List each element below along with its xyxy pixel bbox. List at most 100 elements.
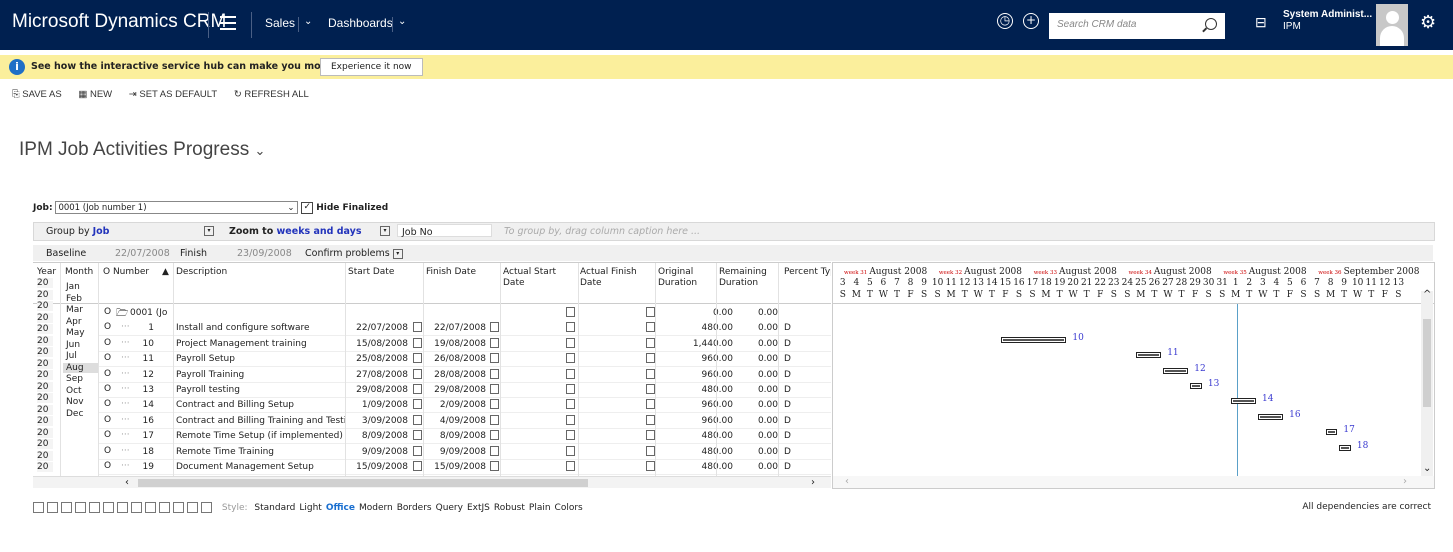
row-start-date[interactable]: 27/08/2008 bbox=[348, 370, 408, 380]
set-as-default-button[interactable]: ⇥ SET AS DEFAULT bbox=[129, 89, 217, 100]
row-finish-date[interactable]: 9/09/2008 bbox=[426, 447, 486, 457]
calendar-icon[interactable] bbox=[566, 445, 575, 456]
collapse-icon[interactable] bbox=[131, 502, 142, 513]
save-as-button[interactable]: ⎘ SAVE AS bbox=[12, 89, 62, 100]
calendar-icon[interactable] bbox=[413, 322, 422, 333]
calendar-icon[interactable] bbox=[566, 399, 575, 410]
row-start-date[interactable]: 22/07/2008 bbox=[348, 323, 408, 333]
print-icon[interactable] bbox=[75, 502, 86, 513]
row-finish-date[interactable]: 19/08/2008 bbox=[426, 339, 486, 349]
grid-horizontal-scrollbar[interactable]: ‹ › bbox=[33, 476, 831, 488]
job-no-group-chip[interactable]: Job No bbox=[397, 224, 492, 238]
chevron-down-icon[interactable]: ⌄ bbox=[254, 143, 265, 158]
style-option-extjs[interactable]: ExtJS bbox=[467, 503, 490, 513]
confirm-problems-control[interactable]: Confirm problems ▾ bbox=[305, 248, 403, 259]
calendar-icon[interactable] bbox=[490, 399, 499, 410]
table-row[interactable]: O ··· 11 Payroll Setup 25/08/2008 26/08/2008 9… bbox=[98, 351, 831, 368]
scroll-right-icon[interactable]: › bbox=[1403, 476, 1407, 487]
year-cell[interactable]: 20 bbox=[37, 289, 53, 300]
month-cell[interactable]: Jul bbox=[63, 351, 98, 361]
calendar-icon[interactable] bbox=[413, 414, 422, 425]
calendar-icon[interactable] bbox=[566, 430, 575, 441]
table-row[interactable]: O ··· 14 Contract and Billing Setup 1/09/200… bbox=[98, 397, 831, 414]
copy-icon[interactable] bbox=[103, 502, 114, 513]
year-cell[interactable]: 20 bbox=[37, 427, 53, 438]
user-info[interactable]: System Administ... IPM bbox=[1283, 9, 1372, 33]
calendar-icon[interactable] bbox=[490, 414, 499, 425]
chevron-down-icon[interactable]: ⌄ bbox=[398, 16, 406, 27]
col-percent-type[interactable]: Percent Typ bbox=[784, 267, 831, 278]
year-cell[interactable]: 20 bbox=[37, 416, 53, 426]
chevron-down-icon[interactable]: ⌄ bbox=[287, 202, 294, 215]
year-cell[interactable]: 20 bbox=[37, 324, 53, 334]
calendar-icon[interactable] bbox=[413, 368, 422, 379]
row-start-date[interactable]: 15/09/2008 bbox=[348, 462, 408, 472]
scrollbar-thumb[interactable] bbox=[1423, 319, 1431, 407]
refresh-icon[interactable] bbox=[61, 502, 72, 513]
calendar-icon[interactable] bbox=[646, 322, 655, 333]
row-start-date[interactable]: 1/09/2008 bbox=[348, 400, 408, 410]
calendar-icon[interactable] bbox=[566, 322, 575, 333]
cut-icon[interactable] bbox=[145, 502, 156, 513]
year-cell[interactable]: 20 bbox=[37, 393, 53, 403]
style-option-modern[interactable]: Modern bbox=[359, 503, 393, 513]
avatar[interactable] bbox=[1376, 4, 1408, 46]
calendar-icon[interactable] bbox=[566, 414, 575, 425]
search-icon[interactable] bbox=[1205, 18, 1217, 30]
calendar-icon[interactable] bbox=[490, 337, 499, 348]
nav-area-sales[interactable]: Sales bbox=[265, 16, 295, 30]
calendar-icon[interactable] bbox=[490, 430, 499, 441]
gantt-bar[interactable] bbox=[1163, 367, 1189, 374]
style-option-colors[interactable]: Colors bbox=[555, 503, 583, 513]
scroll-down-icon[interactable]: ⌄ bbox=[1423, 463, 1431, 474]
col-month[interactable]: Month bbox=[65, 267, 93, 278]
month-cell[interactable]: Jan bbox=[63, 282, 98, 292]
group-by-dropdown-icon[interactable]: ▾ bbox=[204, 226, 214, 236]
row-start-date[interactable]: 25/08/2008 bbox=[348, 354, 408, 364]
calendar-icon[interactable] bbox=[566, 384, 575, 394]
table-row[interactable]: O ··· 1 Install and configure software 22/07… bbox=[98, 320, 831, 337]
gantt-bar[interactable] bbox=[1258, 413, 1284, 420]
calendar-icon[interactable] bbox=[646, 307, 655, 317]
row-finish-date[interactable]: 22/07/2008 bbox=[426, 323, 486, 333]
add-icon[interactable] bbox=[89, 502, 100, 513]
job-select[interactable]: 0001 (Job number 1) ⌄ bbox=[55, 201, 299, 215]
calendar-icon[interactable] bbox=[413, 461, 422, 471]
baseline-date[interactable]: 22/07/2008 bbox=[115, 248, 170, 259]
row-finish-date[interactable]: 26/08/2008 bbox=[426, 354, 486, 364]
scroll-up-icon[interactable]: ^ bbox=[1423, 289, 1431, 300]
month-cell[interactable]: Feb bbox=[63, 294, 98, 304]
gantt-vertical-scrollbar[interactable]: ^ ⌄ bbox=[1421, 289, 1433, 476]
calendar-icon[interactable] bbox=[490, 322, 499, 333]
group-by-control[interactable]: Group by Job bbox=[46, 226, 110, 237]
group-row[interactable]: O 🗁 0001 (Jo 0.00 0.00 bbox=[33, 305, 831, 320]
advanced-find-icon[interactable]: ⊟ bbox=[1255, 14, 1267, 31]
zoom-in-icon[interactable] bbox=[159, 502, 170, 513]
calendar-icon[interactable] bbox=[566, 337, 575, 348]
hamburger-menu-icon[interactable] bbox=[220, 16, 236, 30]
search-input[interactable]: Search CRM data bbox=[1049, 13, 1225, 39]
hide-finalized-checkbox[interactable]: ✓ bbox=[301, 201, 314, 214]
chevron-down-icon[interactable]: ⌄ bbox=[304, 16, 312, 27]
calendar-icon[interactable] bbox=[490, 353, 499, 364]
gantt-horizontal-scrollbar[interactable]: ‹ › bbox=[833, 476, 1434, 488]
month-cell[interactable]: Nov bbox=[63, 397, 98, 407]
style-option-standard[interactable]: Standard bbox=[254, 503, 295, 513]
gantt-bar[interactable] bbox=[1190, 383, 1202, 389]
experience-it-now-button[interactable]: Experience it now bbox=[320, 58, 423, 76]
row-start-date[interactable]: 9/09/2008 bbox=[348, 447, 408, 457]
calendar-icon[interactable] bbox=[413, 430, 422, 441]
month-cell[interactable]: Dec bbox=[63, 409, 98, 419]
calendar-icon[interactable] bbox=[566, 461, 575, 471]
row-finish-date[interactable]: 8/09/2008 bbox=[426, 431, 486, 441]
style-option-query[interactable]: Query bbox=[436, 503, 463, 513]
year-cell[interactable]: 20 bbox=[37, 450, 53, 461]
calendar-icon[interactable] bbox=[646, 368, 655, 379]
calendar-icon[interactable] bbox=[490, 461, 499, 471]
calendar-icon[interactable] bbox=[413, 399, 422, 410]
row-finish-date[interactable]: 15/09/2008 bbox=[426, 462, 486, 472]
row-start-date[interactable]: 15/08/2008 bbox=[348, 339, 408, 349]
calendar-icon[interactable] bbox=[646, 430, 655, 441]
row-start-date[interactable]: 3/09/2008 bbox=[348, 416, 408, 426]
year-cell[interactable]: 20 bbox=[37, 278, 53, 288]
